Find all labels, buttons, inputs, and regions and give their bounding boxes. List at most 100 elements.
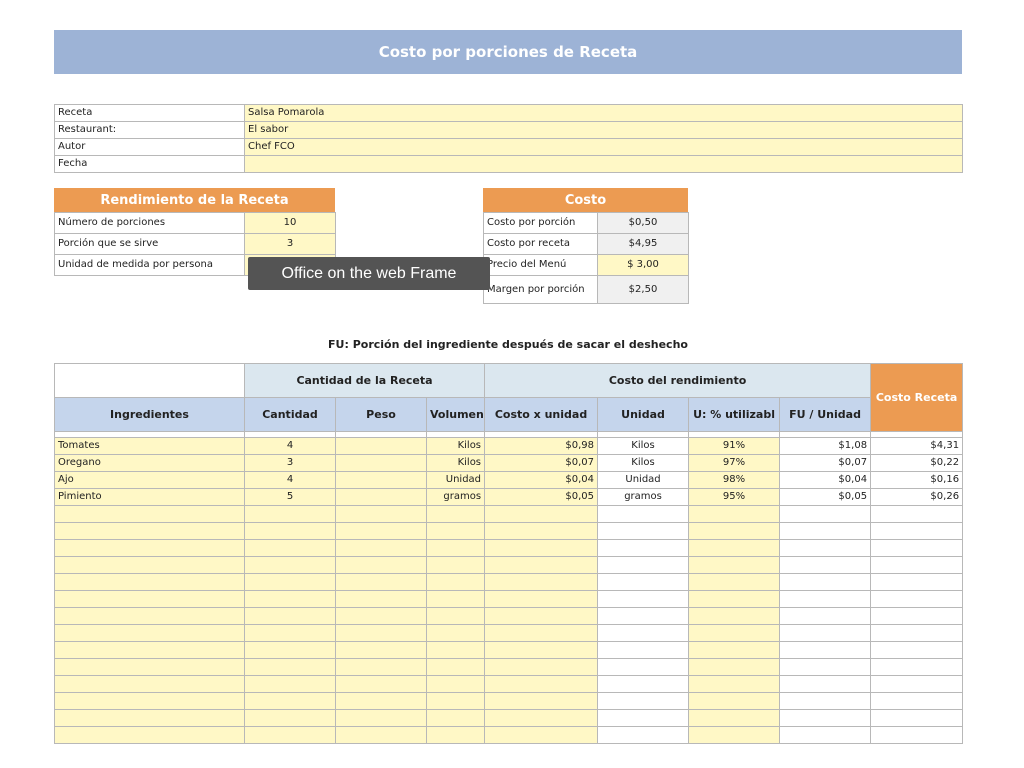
table-cell[interactable]: Kilos xyxy=(425,437,486,455)
table-cell[interactable] xyxy=(335,692,427,710)
table-cell[interactable] xyxy=(779,658,872,676)
table-cell[interactable] xyxy=(484,539,599,557)
table-cell[interactable]: gramos xyxy=(425,488,486,506)
table-cell[interactable]: $0,04 xyxy=(484,471,599,489)
table-cell[interactable] xyxy=(425,556,486,574)
table-cell[interactable] xyxy=(779,692,872,710)
table-cell[interactable] xyxy=(54,726,245,744)
table-cell[interactable] xyxy=(597,641,690,659)
table-cell[interactable]: Ajo xyxy=(54,471,245,489)
costo-value-cell[interactable]: $ 3,00 xyxy=(597,254,689,276)
table-cell[interactable] xyxy=(779,590,872,608)
table-cell[interactable] xyxy=(779,624,872,642)
table-cell[interactable] xyxy=(335,522,427,540)
table-cell[interactable]: $0,98 xyxy=(484,437,599,455)
table-cell[interactable]: $0,05 xyxy=(779,488,872,506)
table-cell[interactable] xyxy=(597,675,690,693)
table-cell[interactable] xyxy=(425,607,486,625)
table-cell[interactable] xyxy=(597,709,690,727)
table-cell[interactable] xyxy=(870,675,964,693)
table-cell[interactable] xyxy=(54,522,245,540)
table-cell[interactable] xyxy=(54,675,245,693)
table-cell[interactable] xyxy=(484,675,599,693)
table-cell[interactable] xyxy=(244,675,336,693)
table-cell[interactable] xyxy=(54,539,245,557)
table-cell[interactable] xyxy=(779,607,872,625)
table-cell[interactable] xyxy=(244,692,336,710)
table-cell[interactable]: $4,31 xyxy=(870,437,964,455)
table-cell[interactable] xyxy=(688,590,781,608)
table-cell[interactable]: 4 xyxy=(244,437,336,455)
table-cell[interactable] xyxy=(54,590,245,608)
table-cell[interactable]: Pimiento xyxy=(54,488,245,506)
table-cell[interactable] xyxy=(484,658,599,676)
table-cell[interactable] xyxy=(779,522,872,540)
table-cell[interactable] xyxy=(335,709,427,727)
table-cell[interactable] xyxy=(779,573,872,591)
table-cell[interactable] xyxy=(244,726,336,744)
table-cell[interactable] xyxy=(425,692,486,710)
table-cell[interactable] xyxy=(54,607,245,625)
table-cell[interactable] xyxy=(54,692,245,710)
table-cell[interactable] xyxy=(597,607,690,625)
table-cell[interactable] xyxy=(335,726,427,744)
info-value-cell[interactable]: Salsa Pomarola xyxy=(244,104,963,122)
table-cell[interactable] xyxy=(870,522,964,540)
table-cell[interactable]: 97% xyxy=(688,454,781,472)
table-cell[interactable] xyxy=(688,726,781,744)
table-cell[interactable] xyxy=(335,539,427,557)
table-cell[interactable] xyxy=(244,658,336,676)
table-cell[interactable] xyxy=(484,505,599,523)
table-cell[interactable] xyxy=(779,641,872,659)
table-cell[interactable] xyxy=(335,624,427,642)
table-cell[interactable]: $0,26 xyxy=(870,488,964,506)
table-cell[interactable] xyxy=(244,573,336,591)
table-cell[interactable] xyxy=(688,658,781,676)
table-cell[interactable] xyxy=(244,624,336,642)
table-cell[interactable]: Tomates xyxy=(54,437,245,455)
table-cell[interactable]: $0,22 xyxy=(870,454,964,472)
table-cell[interactable] xyxy=(870,590,964,608)
table-cell[interactable] xyxy=(870,556,964,574)
table-cell[interactable] xyxy=(484,641,599,659)
rendimiento-value-cell[interactable]: 10 xyxy=(244,212,336,234)
table-cell[interactable] xyxy=(54,505,245,523)
table-cell[interactable]: $0,04 xyxy=(779,471,872,489)
table-cell[interactable] xyxy=(870,726,964,744)
table-cell[interactable] xyxy=(597,505,690,523)
table-cell[interactable] xyxy=(335,573,427,591)
table-cell[interactable] xyxy=(335,556,427,574)
table-cell[interactable] xyxy=(688,641,781,659)
table-cell[interactable] xyxy=(779,726,872,744)
table-cell[interactable] xyxy=(244,522,336,540)
table-cell[interactable] xyxy=(335,454,427,472)
table-cell[interactable] xyxy=(597,556,690,574)
table-cell[interactable] xyxy=(484,522,599,540)
table-cell[interactable] xyxy=(335,607,427,625)
table-cell[interactable] xyxy=(484,692,599,710)
table-cell[interactable]: Kilos xyxy=(425,454,486,472)
table-cell[interactable] xyxy=(688,675,781,693)
table-cell[interactable]: $0,07 xyxy=(484,454,599,472)
table-cell[interactable] xyxy=(597,539,690,557)
table-cell[interactable] xyxy=(688,505,781,523)
info-value-cell[interactable]: Chef FCO xyxy=(244,138,963,156)
table-cell[interactable] xyxy=(54,658,245,676)
table-cell[interactable] xyxy=(335,641,427,659)
table-cell[interactable]: 95% xyxy=(688,488,781,506)
table-cell[interactable] xyxy=(484,624,599,642)
table-cell[interactable] xyxy=(484,607,599,625)
table-cell[interactable] xyxy=(597,726,690,744)
table-cell[interactable] xyxy=(425,726,486,744)
table-cell[interactable] xyxy=(597,658,690,676)
table-cell[interactable] xyxy=(335,488,427,506)
table-cell[interactable] xyxy=(688,709,781,727)
table-cell[interactable] xyxy=(484,573,599,591)
table-cell[interactable] xyxy=(779,675,872,693)
table-cell[interactable] xyxy=(870,709,964,727)
table-cell[interactable] xyxy=(244,556,336,574)
table-cell[interactable] xyxy=(484,726,599,744)
table-cell[interactable]: $1,08 xyxy=(779,437,872,455)
table-cell[interactable] xyxy=(425,624,486,642)
table-cell[interactable] xyxy=(335,675,427,693)
